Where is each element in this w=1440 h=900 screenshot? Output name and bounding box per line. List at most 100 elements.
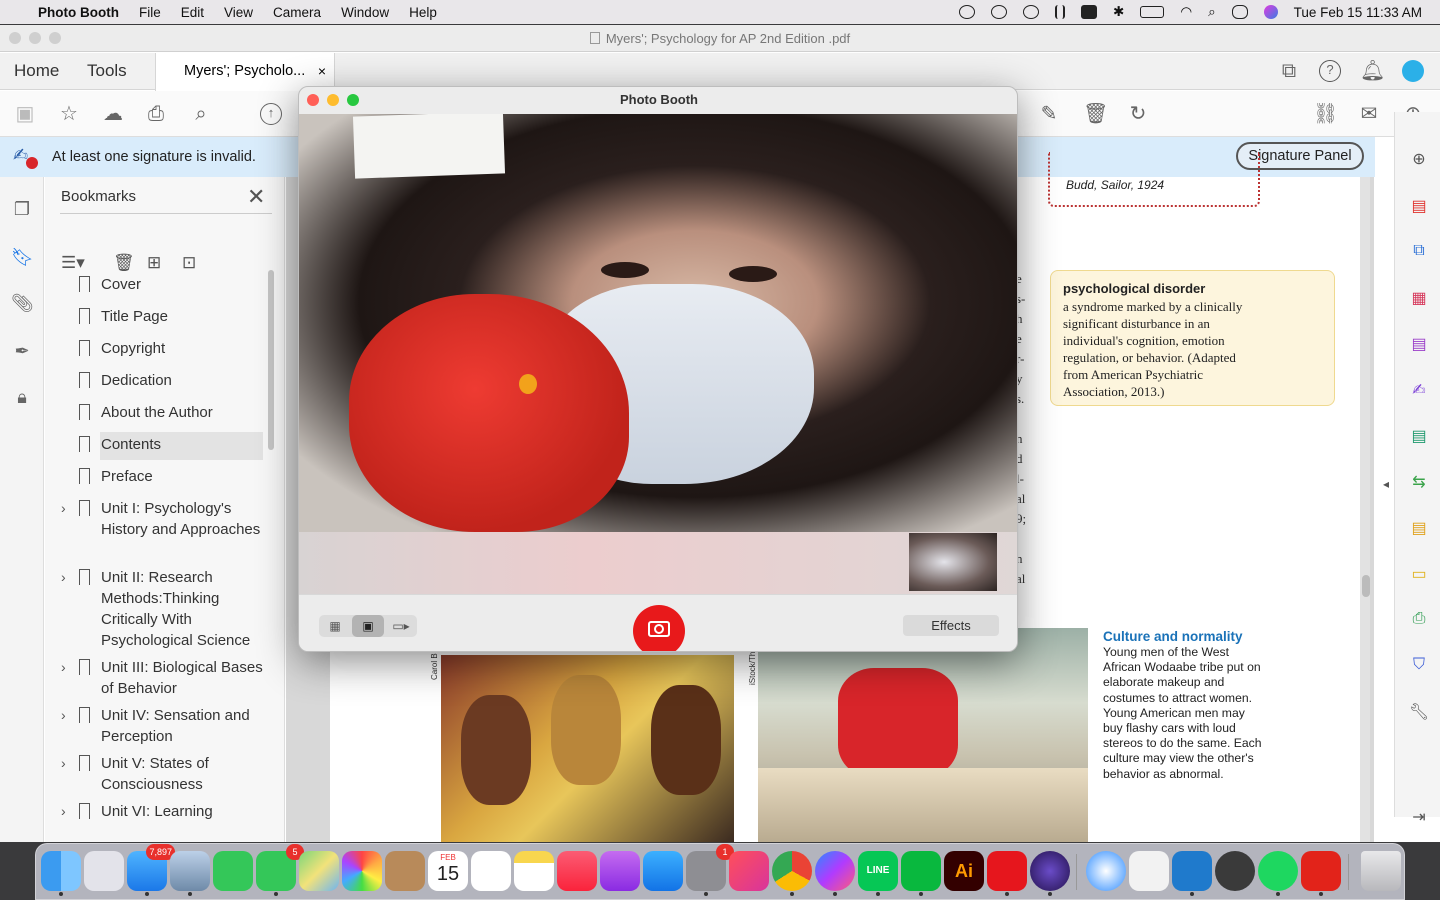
- mail-icon[interactable]: 7,897: [127, 844, 175, 896]
- system-preferences-icon[interactable]: 1: [686, 844, 734, 896]
- comment-icon[interactable]: ▭: [1408, 564, 1430, 586]
- illustrator-icon[interactable]: Ai: [944, 851, 984, 891]
- creative-cloud-icon[interactable]: [729, 851, 769, 891]
- tab-close-icon[interactable]: ×: [318, 53, 326, 89]
- bookmarks-panel-icon[interactable]: 🔖︎: [11, 247, 34, 269]
- bookmark-options-icon[interactable]: ☰▾: [61, 253, 85, 273]
- spotlight-search-icon[interactable]: ⌕: [1208, 4, 1216, 20]
- finder-icon[interactable]: [41, 851, 81, 896]
- video-icon[interactable]: ▭▸: [385, 615, 417, 637]
- previous-page-icon[interactable]: ↑: [260, 103, 282, 125]
- calendar-icon[interactable]: FEB 15: [428, 851, 468, 891]
- maps-icon[interactable]: [299, 851, 339, 891]
- menu-view[interactable]: View: [224, 5, 253, 20]
- send-for-signature-icon[interactable]: ▤: [1408, 426, 1430, 448]
- tab-home[interactable]: Home: [14, 53, 59, 90]
- zoom-search-icon[interactable]: ⌕: [190, 103, 212, 125]
- pages-thumbnail-icon[interactable]: ❐: [11, 199, 33, 221]
- minimize-window-button[interactable]: [29, 32, 41, 44]
- minimize-window-button[interactable]: [327, 94, 339, 106]
- app-menu-photo-booth[interactable]: Photo Booth: [38, 5, 119, 20]
- zoom-window-button[interactable]: [347, 94, 359, 106]
- bookmark-from-selection-icon[interactable]: ⊡: [182, 253, 196, 273]
- photos-icon[interactable]: [342, 851, 382, 891]
- attachments-icon[interactable]: 📎︎: [11, 293, 34, 315]
- chevron-right-icon[interactable]: ›: [61, 567, 66, 588]
- safari-icon[interactable]: [1086, 851, 1126, 891]
- print-icon[interactable]: ⎙: [145, 103, 167, 125]
- page-scrollbar-track[interactable]: [1360, 177, 1370, 842]
- chevron-right-icon[interactable]: ›: [61, 657, 66, 678]
- create-pdf-icon[interactable]: ▤: [1408, 196, 1430, 218]
- app-icon-purple[interactable]: [1030, 851, 1070, 896]
- protect-shield-icon[interactable]: ⛉: [1408, 656, 1430, 678]
- menu-edit[interactable]: Edit: [181, 5, 204, 20]
- tuning-fork-icon[interactable]: [1055, 5, 1065, 19]
- creative-cloud-icon[interactable]: [959, 5, 975, 19]
- launchpad-icon[interactable]: [84, 851, 124, 891]
- chrome-icon[interactable]: [772, 851, 812, 896]
- effects-button[interactable]: Effects: [903, 615, 999, 636]
- fill-sign-icon[interactable]: ✍︎: [1408, 380, 1430, 402]
- podcasts-icon[interactable]: [600, 851, 640, 891]
- menu-camera[interactable]: Camera: [273, 5, 321, 20]
- chevron-right-icon[interactable]: ›: [61, 801, 66, 822]
- combine-files-icon[interactable]: ⧉: [1408, 242, 1430, 264]
- bookmark-star-icon[interactable]: ☆: [58, 103, 80, 125]
- chevron-right-icon[interactable]: ›: [61, 705, 66, 726]
- save-icon[interactable]: ▣: [14, 103, 36, 125]
- delete-bookmark-icon[interactable]: 🗑︎: [113, 253, 135, 273]
- photo-thumbnail[interactable]: [909, 533, 997, 591]
- siri-icon[interactable]: [1263, 5, 1278, 19]
- battery-icon[interactable]: [1140, 6, 1165, 18]
- notifications-bell-icon[interactable]: 🔔︎: [1360, 60, 1385, 82]
- zoom-in-icon[interactable]: ⊕: [1408, 149, 1430, 171]
- bookmarks-scrollbar[interactable]: [268, 270, 274, 450]
- wifi-icon[interactable]: ◠: [1180, 4, 1192, 20]
- share-screen-icon[interactable]: ⧉: [1278, 60, 1300, 82]
- chevron-right-icon[interactable]: ›: [61, 753, 66, 774]
- single-photo-icon[interactable]: ▣: [352, 615, 384, 637]
- chevron-right-icon[interactable]: ›: [61, 498, 66, 519]
- clock[interactable]: Tue Feb 15 11:33 AM: [1294, 5, 1422, 20]
- airdrop-icon[interactable]: [1023, 5, 1039, 19]
- new-bookmark-icon[interactable]: ⊞: [147, 253, 161, 273]
- trash-icon[interactable]: [1361, 851, 1401, 891]
- help-icon[interactable]: ?: [1319, 60, 1341, 82]
- app-store-icon[interactable]: [643, 851, 683, 891]
- grid-icon[interactable]: ▦: [319, 615, 351, 637]
- menu-window[interactable]: Window: [341, 5, 389, 20]
- more-tools-wrench-icon[interactable]: 🔧︎: [1408, 702, 1430, 724]
- page-scrollbar-thumb[interactable]: [1362, 575, 1370, 597]
- reminders-icon[interactable]: [471, 851, 511, 891]
- tab-tools[interactable]: Tools: [87, 53, 127, 90]
- menu-help[interactable]: Help: [409, 5, 437, 20]
- photo-booth-icon[interactable]: [1301, 851, 1341, 896]
- textedit-icon[interactable]: [1129, 851, 1169, 891]
- email-icon[interactable]: ✉: [1358, 103, 1380, 125]
- export-pdf-icon[interactable]: ▤: [1408, 334, 1430, 356]
- contacts-icon[interactable]: [385, 851, 425, 891]
- close-window-button[interactable]: [307, 94, 319, 106]
- acrobat-icon[interactable]: [987, 851, 1027, 896]
- compare-files-icon[interactable]: ⇆: [1408, 472, 1430, 494]
- wechat-icon[interactable]: [901, 851, 941, 896]
- music-icon[interactable]: [557, 851, 597, 891]
- organize-pages-icon[interactable]: ▦: [1408, 288, 1430, 310]
- signatures-icon[interactable]: ✒: [11, 341, 33, 363]
- take-photo-button[interactable]: [633, 605, 685, 651]
- spotify-icon[interactable]: [1258, 851, 1298, 896]
- trash-icon[interactable]: 🗑︎: [1083, 103, 1108, 125]
- notes-icon[interactable]: [514, 851, 554, 891]
- close-bookmarks-icon[interactable]: ✕: [247, 184, 265, 210]
- line-icon[interactable]: LINE: [858, 851, 898, 896]
- preview-icon[interactable]: [170, 851, 210, 896]
- menu-file[interactable]: File: [139, 5, 161, 20]
- vscode-icon[interactable]: [1172, 851, 1212, 896]
- bluetooth-icon[interactable]: ✱: [1113, 4, 1124, 20]
- zoom-window-button[interactable]: [49, 32, 61, 44]
- play-icon[interactable]: [991, 5, 1007, 19]
- facetime-icon[interactable]: [213, 851, 253, 891]
- print-production-icon[interactable]: ⎙: [1408, 610, 1430, 632]
- edit-pdf-icon[interactable]: ✎: [1038, 103, 1060, 125]
